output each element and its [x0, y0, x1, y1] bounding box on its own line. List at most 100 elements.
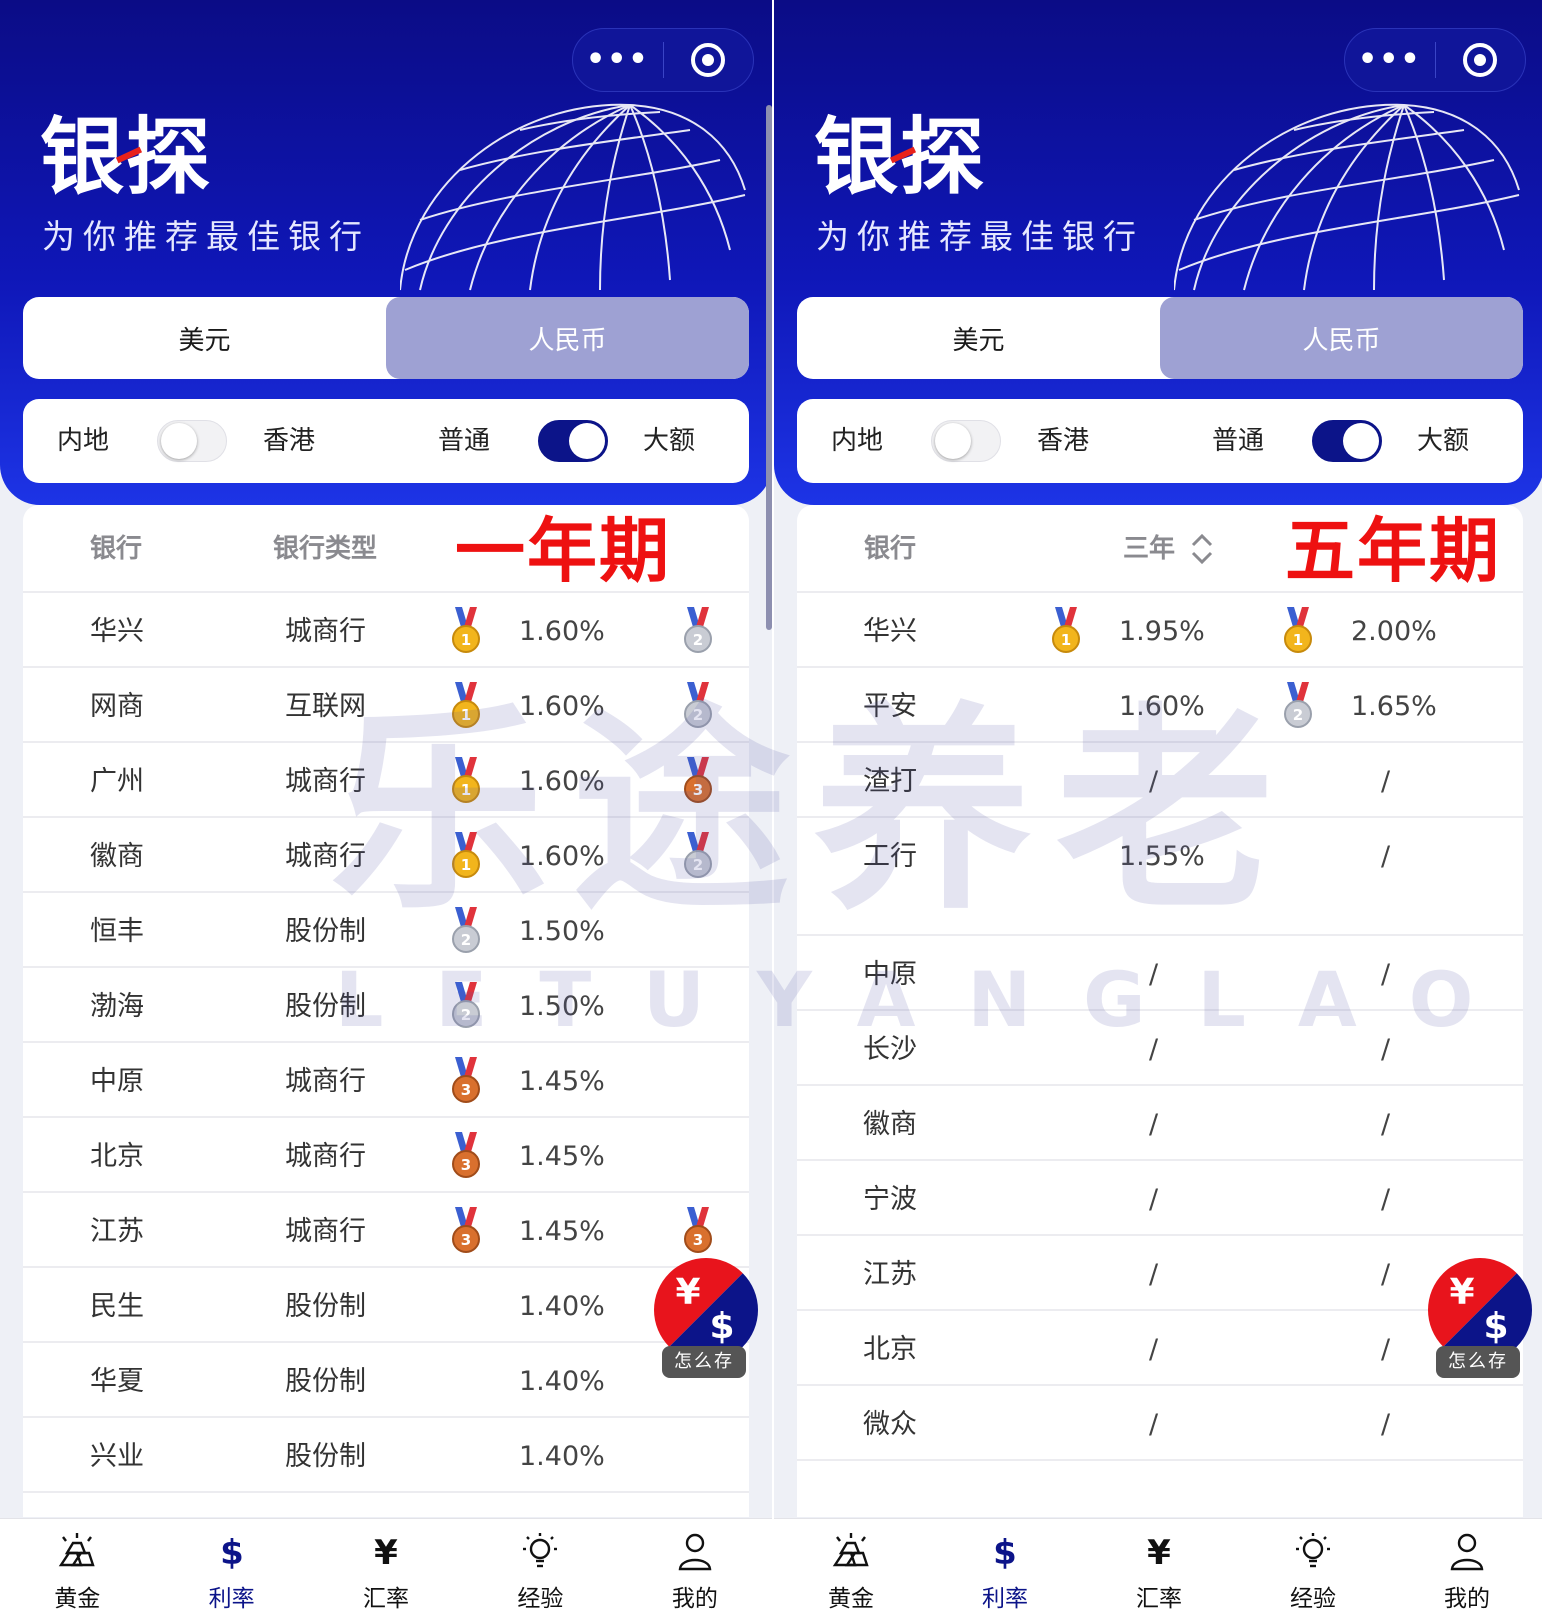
amount-large-label: 大额	[1417, 426, 1470, 456]
nav-label: 我的	[671, 1586, 718, 1612]
table-row[interactable]: 工行 1.55% /	[797, 818, 1523, 936]
table-row[interactable]: 广州 城商行 1.60% 1 3	[23, 743, 749, 818]
nav-item-lightbulb[interactable]: 经验	[1236, 1519, 1390, 1614]
nav-item-dollar[interactable]: $ 利率	[928, 1519, 1082, 1614]
table-row[interactable]: 徽商 城商行 1.60% 1 2	[23, 818, 749, 893]
tab-cny[interactable]: 人民币	[386, 297, 749, 379]
gold-medal-icon: 1	[452, 757, 480, 803]
table-row[interactable]: 网商 互联网 1.60% 1 2	[23, 668, 749, 743]
table-row[interactable]: 江苏 / /	[797, 1236, 1523, 1311]
rate-3y: /	[1149, 959, 1159, 990]
table-row[interactable]: 渣打 / /	[797, 743, 1523, 818]
table-row[interactable]: 华夏 股份制 1.40%	[23, 1343, 749, 1418]
sort-icon[interactable]	[1189, 529, 1215, 569]
bank-name: 微众	[863, 1409, 917, 1440]
bank-type: 城商行	[285, 1141, 366, 1172]
rate-1y: 1.40%	[519, 1441, 605, 1472]
nav-item-yen[interactable]: ¥ 汇率	[309, 1519, 463, 1614]
table-row[interactable]: 恒丰 股份制 1.50% 2	[23, 893, 749, 968]
region-toggle[interactable]	[157, 420, 227, 462]
bronze-medal-icon: 3	[452, 1057, 480, 1103]
how-to-deposit-label[interactable]: 怎么存	[1436, 1346, 1520, 1378]
table-row[interactable]: 徽商 / /	[797, 1086, 1523, 1161]
nav-item-user[interactable]: 我的	[1390, 1519, 1542, 1614]
rate-3y: /	[1149, 1184, 1159, 1215]
bank-name: 中原	[863, 959, 917, 990]
bank-name: 广州	[90, 766, 144, 797]
table-row[interactable]: 华兴 1.95% 2.00% 1 1	[797, 593, 1523, 668]
close-target-icon[interactable]	[664, 43, 754, 77]
silver-medal-icon: 2	[1284, 682, 1312, 728]
table-row[interactable]: 江苏 城商行 1.45% 3 3	[23, 1193, 749, 1268]
more-icon[interactable]: •••	[1345, 28, 1435, 92]
nav-item-dollar[interactable]: $ 利率	[154, 1519, 308, 1614]
table-row[interactable]: 华兴 城商行 1.60% 1 2	[23, 593, 749, 668]
medal-wrap: 2	[449, 907, 483, 955]
bank-name: 宁波	[863, 1184, 917, 1215]
table-row[interactable]: 平安 1.60% 1.65% 2	[797, 668, 1523, 743]
table-row[interactable]: 北京 城商行 1.45% 3	[23, 1118, 749, 1193]
svg-text:3: 3	[461, 1081, 471, 1099]
bank-name: 长沙	[863, 1034, 917, 1065]
globe-icon	[1174, 103, 1520, 291]
rate-table: 银行 三年 五年期 华兴 1.95% 2.00% 1 1 平安 1.60% 1.65% …	[797, 505, 1523, 1517]
dollar-icon: $	[983, 1531, 1027, 1573]
col-bank[interactable]: 银行	[864, 505, 916, 593]
svg-text:2: 2	[693, 856, 703, 874]
nav-item-yen[interactable]: ¥ 汇率	[1082, 1519, 1236, 1614]
svg-text:2: 2	[693, 706, 703, 724]
close-target-icon[interactable]	[1436, 43, 1526, 77]
svg-text:1: 1	[461, 631, 471, 649]
amount-toggle[interactable]	[538, 420, 608, 462]
table-row[interactable]: 长沙 / /	[797, 1011, 1523, 1086]
medal-wrap: 1	[449, 607, 483, 655]
rate-3y: /	[1149, 1409, 1159, 1440]
nav-label: 经验	[517, 1586, 564, 1612]
silver-medal-icon: 2	[684, 682, 712, 728]
amount-toggle[interactable]	[1312, 420, 1382, 462]
bank-name: 恒丰	[90, 916, 144, 947]
region-toggle[interactable]	[931, 420, 1001, 462]
col-term[interactable]: 三年	[1123, 505, 1175, 593]
tab-usd[interactable]: 美元	[797, 297, 1160, 379]
table-row[interactable]: 宁波 / /	[797, 1161, 1523, 1236]
svg-text:1: 1	[461, 706, 471, 724]
currency-tabs: 美元 人民币	[23, 297, 749, 379]
rate-5y: 1.65%	[1351, 691, 1437, 722]
medal-wrap: 2	[681, 832, 715, 880]
table-row[interactable]: 中原 城商行 1.45% 3	[23, 1043, 749, 1118]
dollar-symbol: $	[709, 1306, 734, 1347]
svg-text:2: 2	[461, 1006, 471, 1024]
table-row[interactable]: 兴业 股份制 1.40%	[23, 1418, 749, 1493]
table-row[interactable]: 民生 股份制 1.40%	[23, 1268, 749, 1343]
user-icon	[673, 1531, 717, 1571]
col-bank[interactable]: 银行	[90, 505, 142, 593]
table-row[interactable]: 渤海 股份制 1.50% 2	[23, 968, 749, 1043]
bronze-medal-icon: 3	[684, 757, 712, 803]
medal-wrap: 2	[1281, 682, 1315, 730]
nav-item-gold-bars[interactable]: 黄金	[0, 1519, 154, 1614]
table-row[interactable]: 中原 / /	[797, 936, 1523, 1011]
nav-item-user[interactable]: 我的	[618, 1519, 772, 1614]
medal-wrap: 3	[449, 1132, 483, 1180]
silver-medal-icon: 2	[452, 982, 480, 1028]
nav-item-lightbulb[interactable]: 经验	[463, 1519, 617, 1614]
mini-program-capsule: •••	[572, 28, 754, 92]
rate-5y: /	[1381, 1409, 1391, 1440]
nav-item-gold-bars[interactable]: 黄金	[774, 1519, 928, 1614]
rate-3y: /	[1149, 1109, 1159, 1140]
tab-usd[interactable]: 美元	[23, 297, 386, 379]
rate-1y: 1.60%	[519, 841, 605, 872]
slogan: 为你推荐最佳银行	[42, 217, 370, 256]
table-row[interactable]: 微众 / /	[797, 1386, 1523, 1461]
gold-medal-icon: 1	[1052, 607, 1080, 653]
how-to-deposit-label[interactable]: 怎么存	[662, 1346, 746, 1378]
svg-text:1: 1	[1061, 631, 1071, 649]
col-bank-type[interactable]: 银行类型	[273, 505, 377, 593]
more-icon[interactable]: •••	[573, 28, 663, 92]
tab-cny[interactable]: 人民币	[1160, 297, 1523, 379]
medal-wrap: 1	[1281, 607, 1315, 655]
table-row[interactable]: 北京 / /	[797, 1311, 1523, 1386]
bank-type: 股份制	[285, 916, 366, 947]
rate-1y: 1.50%	[519, 991, 605, 1022]
